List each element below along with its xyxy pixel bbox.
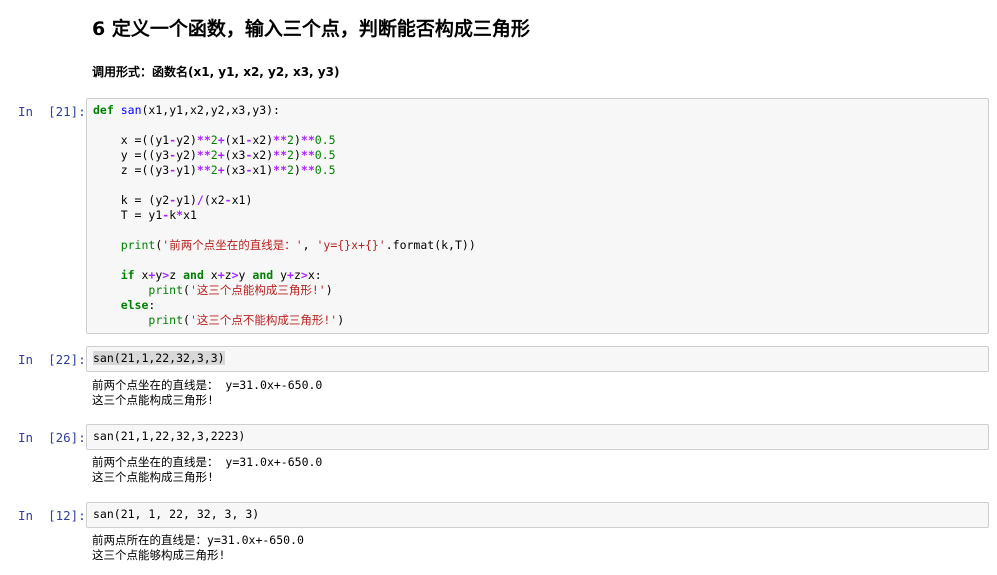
cell-prompt: In [26]: (18, 430, 86, 445)
cell-output: 前两个点坐在的直线是： y=31.0x+-650.0 这三个点能构成三角形! (92, 378, 323, 407)
cell-output: 前两点所在的直线是：y=31.0x+-650.0 这三个点能够构成三角形! (92, 533, 304, 562)
code-line: san(21,1,22,32,3,2223) (93, 429, 246, 443)
cell-output: 前两个点坐在的直线是： y=31.0x+-650.0 这三个点能构成三角形! (92, 455, 323, 484)
code-block: def san(x1,y1,x2,y2,x3,y3): x =((y1-y2)*… (93, 103, 476, 327)
code-line: san(21,1,22,32,3,3) (93, 351, 225, 365)
code-line: san(21, 1, 22, 32, 3, 3) (93, 507, 260, 521)
markdown-subtitle: 调用形式：函数名(x1, y1, x2, y2, x3, y3) (92, 65, 340, 79)
cell-prompt: In [12]: (18, 508, 86, 523)
code-cell-input[interactable]: san(21,1,22,32,3,3) (86, 346, 989, 372)
code-cell-input[interactable]: san(21,1,22,32,3,2223) (86, 424, 989, 450)
markdown-heading: 6 定义一个函数，输入三个点，判断能否构成三角形 (92, 18, 530, 40)
code-cell-input[interactable]: def san(x1,y1,x2,y2,x3,y3): x =((y1-y2)*… (86, 98, 989, 334)
cell-prompt: In [22]: (18, 352, 86, 367)
cell-prompt: In [21]: (18, 104, 86, 119)
code-cell-input[interactable]: san(21, 1, 22, 32, 3, 3) (86, 502, 989, 528)
